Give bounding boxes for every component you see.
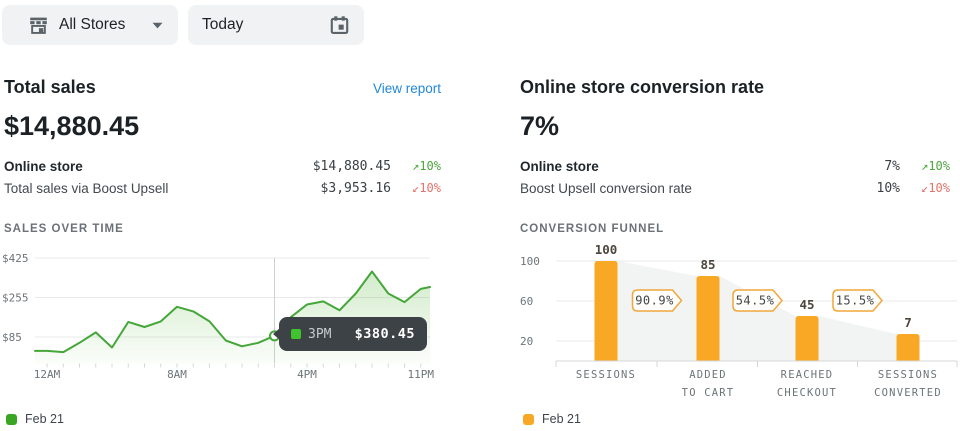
metric-value: $14,880.45 <box>313 159 391 174</box>
store-selector-label: All Stores <box>59 16 125 34</box>
sales-over-time-chart[interactable]: $425 $255 $85 12AM 8AM 4PM 11PM <box>2 243 443 383</box>
legend-label: Feb 21 <box>25 412 64 426</box>
metric-value: 10% <box>877 181 900 196</box>
legend-label: Feb 21 <box>542 412 581 426</box>
metric-value: $3,953.16 <box>321 181 391 196</box>
conversion-funnel-chart[interactable]: 100 60 20 100 85 45 7 90.9% 54.5% 15.5% SESSIONS AD… <box>520 243 960 408</box>
conversion-rate-panel: Online store conversion rate 7% Online s… <box>520 76 950 235</box>
conversion-funnel-label: CONVERSION FUNNEL <box>520 223 950 235</box>
delta-badge: ↙10% <box>900 181 950 195</box>
svg-text:11PM: 11PM <box>408 368 435 381</box>
metric-row-boost-upsell-rate: Boost Upsell conversion rate 10% ↙10% <box>520 177 950 199</box>
delta-badge: ↙10% <box>391 181 441 195</box>
svg-text:60: 60 <box>520 295 533 308</box>
svg-text:20: 20 <box>520 335 533 348</box>
metric-value: 7% <box>884 159 900 174</box>
svg-text:54.5%: 54.5% <box>736 294 775 308</box>
tooltip-value: $380.45 <box>355 326 415 342</box>
topbar: All Stores Today <box>2 5 364 45</box>
svg-text:85: 85 <box>700 257 715 272</box>
svg-text:CHECKOUT: CHECKOUT <box>777 387 837 399</box>
chart-tooltip: 3PM $380.45 <box>279 317 427 351</box>
delta-badge: ↗10% <box>391 159 441 173</box>
legend-swatch-orange <box>523 414 534 425</box>
store-selector[interactable]: All Stores <box>2 5 178 45</box>
svg-text:90.9%: 90.9% <box>635 294 674 308</box>
svg-text:100: 100 <box>520 255 540 268</box>
svg-text:SESSIONS: SESSIONS <box>878 369 938 381</box>
metric-row-online-store-rate: Online store 7% ↗10% <box>520 155 950 177</box>
svg-text:ADDED: ADDED <box>689 369 727 381</box>
svg-text:SESSIONS: SESSIONS <box>576 369 636 381</box>
view-report-link[interactable]: View report <box>373 81 441 96</box>
svg-text:100: 100 <box>595 243 618 257</box>
svg-text:45: 45 <box>799 297 814 312</box>
metric-label: Boost Upsell conversion rate <box>520 181 877 196</box>
metric-row-boost-upsell: Total sales via Boost Upsell $3,953.16 ↙… <box>4 177 441 199</box>
metric-label: Online store <box>4 159 313 174</box>
svg-text:$255: $255 <box>2 291 29 304</box>
conversion-rate-title: Online store conversion rate <box>520 76 764 98</box>
tooltip-series-swatch <box>291 329 301 339</box>
sales-chart-legend: Feb 21 <box>6 412 64 426</box>
svg-text:8AM: 8AM <box>167 368 187 381</box>
sales-over-time-label: SALES OVER TIME <box>4 223 441 235</box>
svg-text:REACHED: REACHED <box>781 369 834 381</box>
total-sales-panel: Total sales View report $14,880.45 Onlin… <box>4 76 441 235</box>
tooltip-time: 3PM <box>308 327 331 342</box>
date-selector[interactable]: Today <box>188 5 364 45</box>
funnel-chart-legend: Feb 21 <box>523 412 581 426</box>
date-selector-label: Today <box>202 16 243 34</box>
svg-text:12AM: 12AM <box>34 368 61 381</box>
conversion-rate-big-value: 7% <box>520 110 950 142</box>
storefront-icon <box>28 15 49 36</box>
metric-row-online-store: Online store $14,880.45 ↗10% <box>4 155 441 177</box>
metric-label: Total sales via Boost Upsell <box>4 181 321 196</box>
chevron-down-icon <box>152 22 163 29</box>
svg-text:TO CART: TO CART <box>682 387 735 399</box>
legend-swatch-green <box>6 414 17 425</box>
calendar-icon <box>329 15 350 36</box>
svg-text:$425: $425 <box>2 252 29 265</box>
svg-text:CONVERTED: CONVERTED <box>874 387 942 399</box>
total-sales-title: Total sales <box>4 76 96 98</box>
delta-badge: ↗10% <box>900 159 950 173</box>
svg-text:15.5%: 15.5% <box>836 294 875 308</box>
svg-text:4PM: 4PM <box>297 368 317 381</box>
svg-text:7: 7 <box>904 315 912 330</box>
svg-text:$85: $85 <box>2 331 22 344</box>
metric-label: Online store <box>520 159 884 174</box>
analytics-dashboard: All Stores Today Total sales View report… <box>0 0 960 431</box>
total-sales-big-value: $14,880.45 <box>4 110 441 142</box>
